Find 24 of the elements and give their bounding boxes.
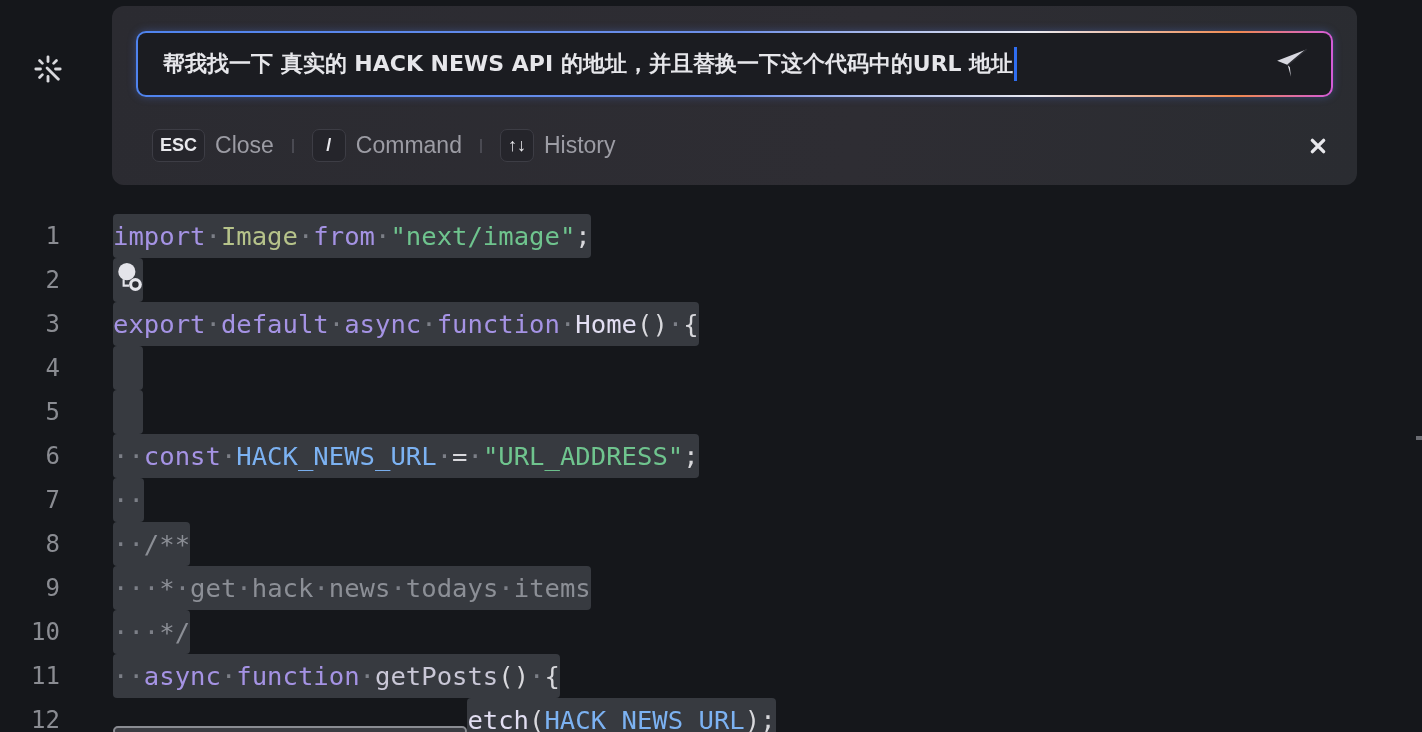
shortcut-label: Close — [215, 132, 274, 159]
key-cap: ↑↓ — [499, 129, 534, 162]
line-number: 11 — [30, 662, 60, 690]
lightbulb-icon[interactable] — [116, 262, 142, 292]
line-number: 1 — [44, 222, 60, 250]
line-number: 10 — [30, 618, 60, 646]
shortcut-label: History — [543, 132, 616, 159]
scrollbar[interactable] — [1416, 436, 1422, 440]
prompt-input[interactable]: 帮我找一下 真实的 HACK NEWS API 的地址，并且替换一下这个代码中的URL 地址 — [136, 31, 1333, 97]
prompt-text: 帮我找一下 真实的 HACK NEWS API 的地址，并且替换一下这个代码中的URL 地址 — [163, 50, 1014, 78]
line-number: 5 — [44, 398, 60, 426]
line-number: 3 — [44, 310, 60, 338]
shortcut-label: Command — [355, 132, 462, 159]
line-number: 4 — [44, 354, 60, 382]
line-number: 7 — [44, 486, 60, 514]
line-number: 8 — [44, 530, 60, 558]
sparkle-icon[interactable] — [32, 54, 63, 84]
line-number: 9 — [44, 574, 60, 602]
line-number: 12 — [30, 706, 60, 732]
line-number: 2 — [44, 266, 60, 294]
close-icon[interactable] — [1309, 136, 1327, 155]
key-cap: ESC — [152, 129, 205, 162]
key-cap: / — [311, 129, 346, 162]
line-number: 6 — [44, 442, 60, 470]
